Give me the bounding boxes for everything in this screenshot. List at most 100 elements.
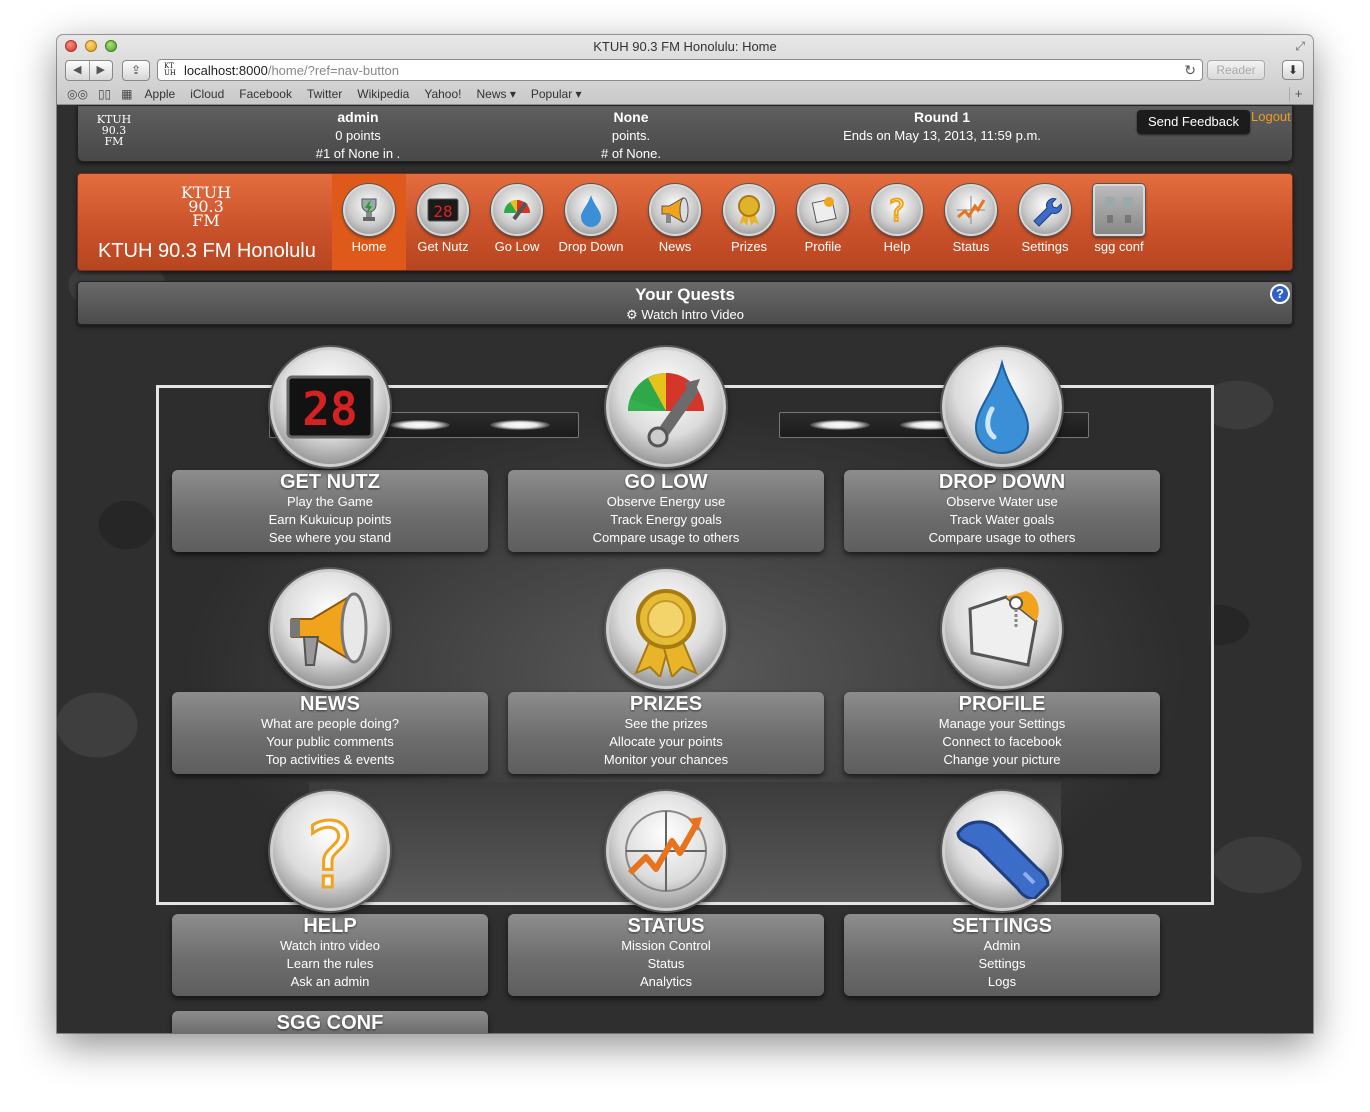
reload-icon[interactable]: ↻ xyxy=(1184,62,1196,79)
nav-drop-down[interactable]: Drop Down xyxy=(554,174,628,270)
chart-icon[interactable] xyxy=(606,791,726,911)
ktuh-small-logo[interactable]: KTUH 90.3 FM xyxy=(94,114,134,147)
forward-icon[interactable]: ▶ xyxy=(90,61,113,80)
bookmark-facebook[interactable]: Facebook xyxy=(239,87,292,101)
tile-line: See the prizes xyxy=(624,716,708,731)
share-icon[interactable]: ⇪ xyxy=(122,60,150,81)
bookmark-twitter[interactable]: Twitter xyxy=(307,87,342,101)
reader-button[interactable]: Reader xyxy=(1207,60,1265,80)
tile-line: Compare usage to others xyxy=(928,530,1076,545)
nav-label: Status xyxy=(952,239,990,254)
nav-label: Go Low xyxy=(494,239,540,254)
status-tile[interactable]: STATUS Mission Control Status Analytics xyxy=(508,914,824,996)
go-low-tile[interactable]: GO LOW Observe Energy use Track Energy g… xyxy=(508,470,824,552)
status-bar: KTUH 90.3 FM admin 0 points #1 of None i… xyxy=(77,105,1293,162)
drop-down-tile[interactable]: DROP DOWN Observe Water use Track Water … xyxy=(844,470,1160,552)
user-points: 0 points xyxy=(335,128,381,143)
news-tile[interactable]: NEWS What are people doing? Your public … xyxy=(172,692,488,774)
get-nutz-tile[interactable]: GET NUTZ Play the Game Earn Kukuicup poi… xyxy=(172,470,488,552)
round-end: Ends on May 13, 2013, 11:59 p.m. xyxy=(843,128,1041,143)
help-tile[interactable]: HELP Watch intro video Learn the rules A… xyxy=(172,914,488,996)
nav-sgg-conf[interactable]: sgg conf xyxy=(1082,174,1156,270)
tile-line: Observe Energy use xyxy=(606,494,726,509)
nav-status[interactable]: Status xyxy=(934,174,1008,270)
megaphone-icon xyxy=(649,184,701,236)
tag-icon[interactable] xyxy=(942,569,1062,689)
tile-line: Settings xyxy=(978,956,1026,971)
nav-settings[interactable]: Settings xyxy=(1008,174,1082,270)
megaphone-icon[interactable] xyxy=(270,569,390,689)
watch-intro-video-link[interactable]: ⚙ Watch Intro Video xyxy=(78,307,1292,323)
scoreboard-icon: 28 xyxy=(417,184,469,236)
round-name: Round 1 xyxy=(914,109,970,125)
bookmark-wikipedia[interactable]: Wikipedia xyxy=(357,87,409,101)
nav-help[interactable]: ? Help xyxy=(860,174,934,270)
tile-line: Your public comments xyxy=(266,734,394,749)
scoreboard-icon[interactable]: 28 xyxy=(270,347,390,467)
question-icon[interactable]: ? xyxy=(270,791,390,911)
water-drop-icon[interactable] xyxy=(942,347,1062,467)
tile-line: Compare usage to others xyxy=(592,530,740,545)
tag-icon xyxy=(797,184,849,236)
tile-title: GET NUTZ xyxy=(280,471,380,493)
bookmark-yahoo[interactable]: Yahoo! xyxy=(424,87,461,101)
medal-icon[interactable] xyxy=(606,569,726,689)
bookmark-apple[interactable]: Apple xyxy=(145,87,176,101)
tile-title: NEWS xyxy=(300,693,360,715)
sgg-conf-tile[interactable]: SGG CONF xyxy=(172,1011,488,1033)
page-content: KTUH 90.3 FM admin 0 points #1 of None i… xyxy=(57,105,1313,1033)
settings-tile[interactable]: SETTINGS Admin Settings Logs xyxy=(844,914,1160,996)
svg-text:28: 28 xyxy=(433,202,452,221)
nav-go-low[interactable]: Go Low xyxy=(480,174,554,270)
tile-line: See where you stand xyxy=(268,530,392,545)
downloads-icon[interactable]: ⬇ xyxy=(1282,60,1304,80)
back-icon[interactable]: ◀ xyxy=(66,61,90,80)
address-bar[interactable]: KT UH localhost:8000/home/?ref=nav-button… xyxy=(157,59,1203,81)
profile-tile[interactable]: PROFILE Manage your Settings Connect to … xyxy=(844,692,1160,774)
nav-prizes[interactable]: Prizes xyxy=(712,174,786,270)
url-text[interactable]: localhost:8000/home/?ref=nav-button xyxy=(184,63,399,78)
tile-line: Connect to facebook xyxy=(942,734,1062,749)
gear-icon: ⚙ xyxy=(626,307,642,322)
tile-line: Ask an admin xyxy=(290,974,370,989)
wrench-icon[interactable] xyxy=(942,791,1062,911)
bookmark-news-menu[interactable]: News ▾ xyxy=(476,87,515,101)
trophy-icon xyxy=(343,184,395,236)
top-sites-grid-icon[interactable]: ▦ xyxy=(121,87,132,101)
help-question-icon[interactable]: ? xyxy=(1270,284,1290,304)
back-forward-buttons: ◀ ▶ xyxy=(65,60,113,81)
bookmarks-book-icon[interactable]: ▯▯ xyxy=(98,87,111,101)
nav-label: Settings xyxy=(1021,239,1069,254)
browser-chrome: KTUH 90.3 FM Honolulu: Home ⤢ ◀ ▶ ⇪ KT UH… xyxy=(57,35,1313,105)
prizes-tile[interactable]: PRIZES See the prizes Allocate your poin… xyxy=(508,692,824,774)
gauge-icon[interactable] xyxy=(606,347,726,467)
bookmark-icloud[interactable]: iCloud xyxy=(190,87,224,101)
tile-line: Logs xyxy=(987,974,1017,989)
nav-home[interactable]: Home xyxy=(332,174,406,270)
tile-title: GO LOW xyxy=(624,471,708,493)
logout-link[interactable]: Logout xyxy=(1251,109,1291,124)
medal-icon xyxy=(723,184,775,236)
nav-label: Prizes xyxy=(730,239,768,254)
tile-line: Track Energy goals xyxy=(610,512,722,527)
site-name[interactable]: KTUH 90.3 FM Honolulu xyxy=(98,240,316,263)
browser-window: KTUH 90.3 FM Honolulu: Home ⤢ ◀ ▶ ⇪ KT UH… xyxy=(57,35,1313,1033)
nav-profile[interactable]: Profile xyxy=(786,174,860,270)
gauge-icon xyxy=(491,184,543,236)
user-name[interactable]: admin xyxy=(337,109,378,125)
bookmark-popular-menu[interactable]: Popular ▾ xyxy=(531,87,582,101)
nav-get-nutz[interactable]: 28 Get Nutz xyxy=(406,174,480,270)
quests-title: Your Quests xyxy=(635,285,735,304)
quests-bar[interactable]: Your Quests ⚙ Watch Intro Video ? xyxy=(77,281,1293,325)
add-bookmark-icon[interactable]: + xyxy=(1289,87,1307,102)
send-feedback-button[interactable]: Send Feedback xyxy=(1137,110,1250,134)
chart-icon xyxy=(945,184,997,236)
nav-news[interactable]: News xyxy=(638,174,712,270)
logo-line: FM xyxy=(192,211,220,230)
tile-line: What are people doing? xyxy=(260,716,400,731)
wrench-icon xyxy=(1019,184,1071,236)
ktuh-logo[interactable]: KTUH 90.3 FM xyxy=(176,185,236,230)
fullscreen-icon[interactable]: ⤢ xyxy=(1295,39,1305,54)
reading-list-icon[interactable]: ◎◎ xyxy=(67,87,88,101)
tile-title: SGG CONF xyxy=(276,1012,384,1033)
